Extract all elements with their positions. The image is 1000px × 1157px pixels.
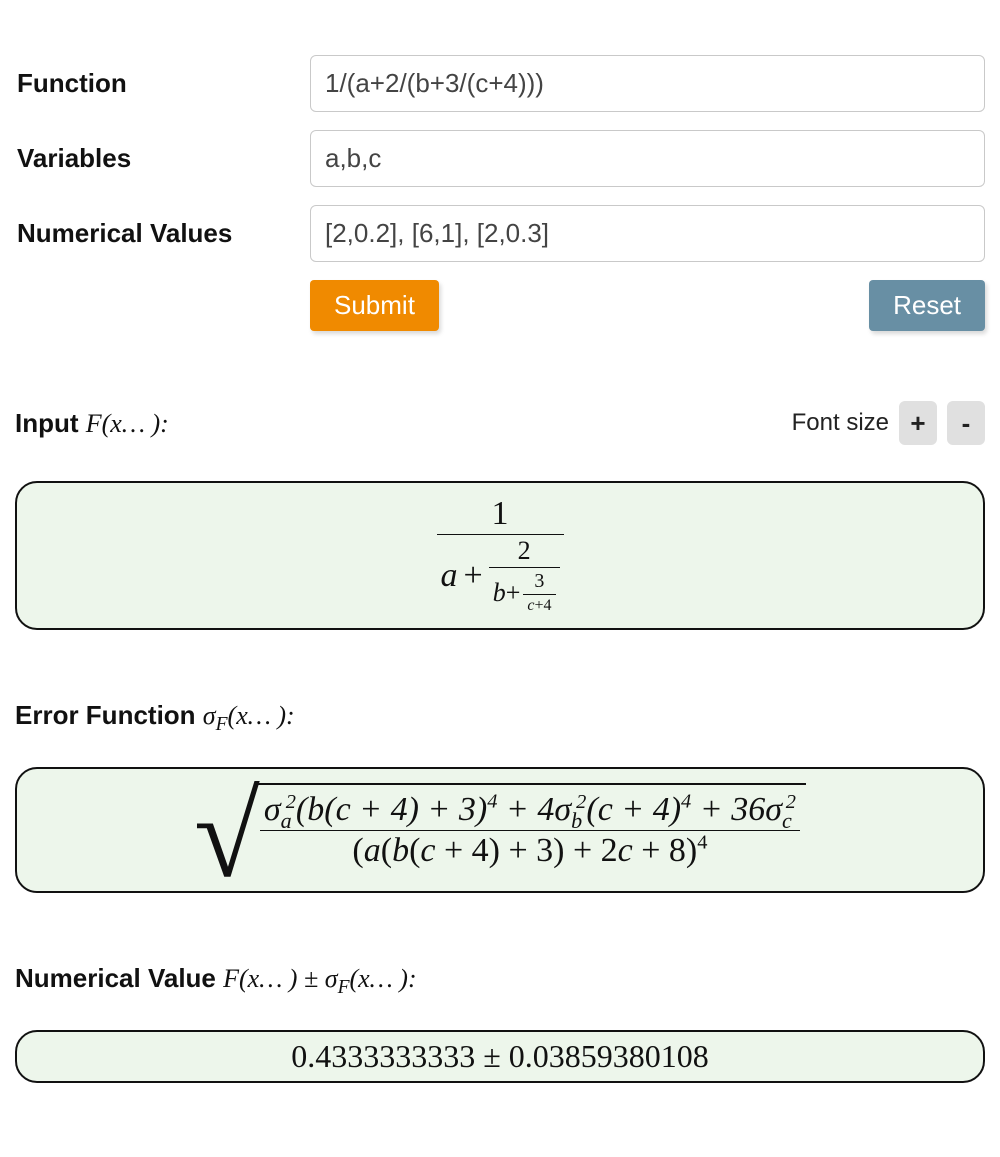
input-section-title: Input F(x… ):	[15, 408, 169, 439]
error-function-display: √ σa2(b(c + 4) + 3)4 + 4σb2(c + 4)4 + 36…	[15, 767, 985, 893]
numerical-values-input[interactable]	[310, 205, 985, 262]
numerical-values-label: Numerical Values	[15, 218, 310, 249]
input-function-display: 1 a + 2 b + 3 c	[15, 481, 985, 630]
submit-button[interactable]: Submit	[310, 280, 439, 331]
variables-input[interactable]	[310, 130, 985, 187]
function-label: Function	[15, 68, 310, 99]
font-size-label: Font size	[792, 409, 889, 437]
error-denominator: (a(b(c + 4) + 3) + 2c + 8)4	[348, 834, 711, 868]
font-size-plus-button[interactable]: +	[899, 401, 937, 445]
font-size-minus-button[interactable]: -	[947, 401, 985, 445]
reset-button[interactable]: Reset	[869, 280, 985, 331]
numerical-value-title: Numerical Value F(x… ) ± σF(x… ):	[15, 963, 417, 994]
sqrt-icon: √	[194, 789, 260, 883]
error-numerator: σa2(b(c + 4) + 3)4 + 4σb2(c + 4)4 + 36σc…	[260, 793, 800, 827]
variables-label: Variables	[15, 143, 310, 174]
numerical-value-display: 0.4333333333 ± 0.03859380108	[15, 1030, 985, 1083]
function-input[interactable]	[310, 55, 985, 112]
error-function-title: Error Function σF(x… ):	[15, 700, 295, 731]
